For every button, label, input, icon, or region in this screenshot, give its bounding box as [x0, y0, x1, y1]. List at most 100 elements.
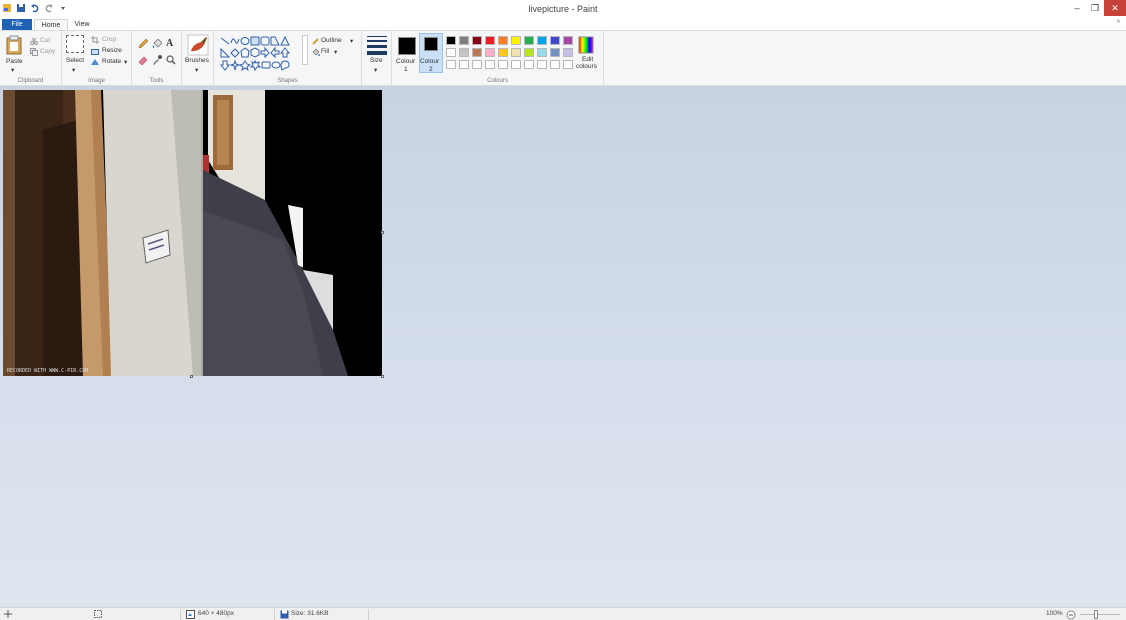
palette-swatch[interactable] [524, 36, 534, 45]
palette-swatch[interactable] [472, 60, 482, 69]
text-tool-icon[interactable]: A [166, 38, 173, 49]
window-title: livepicture - Paint [528, 4, 598, 14]
colours-group: Colour 1 Colour 2 Edit colours Colours [392, 31, 604, 86]
select-button[interactable]: Select [66, 57, 84, 64]
brushes-dropdown-icon[interactable]: ▾ [195, 66, 198, 74]
crop-button[interactable]: Crop [102, 36, 116, 43]
outline-dropdown-icon[interactable]: ▾ [350, 37, 353, 45]
palette-swatch[interactable] [485, 36, 495, 45]
palette-swatch[interactable] [511, 36, 521, 45]
collapse-ribbon-button[interactable]: ^ [1117, 20, 1120, 27]
palette-swatch[interactable] [498, 36, 508, 45]
pencil-icon[interactable] [138, 39, 148, 49]
tools-group: A Tools [132, 31, 182, 86]
colour2-label: Colour [420, 58, 440, 65]
palette-swatch[interactable] [563, 60, 573, 69]
palette-swatch[interactable] [472, 36, 482, 45]
palette-swatch[interactable] [537, 36, 547, 45]
eraser-icon[interactable] [138, 55, 148, 65]
title-bar: livepicture - Paint – ❐ ✕ [0, 0, 1126, 18]
colour1-swatch[interactable] [398, 37, 416, 55]
palette-swatch[interactable] [524, 60, 534, 69]
palette-swatch[interactable] [498, 60, 508, 69]
edit-colours-button[interactable]: Edit [582, 56, 593, 63]
palette-swatch[interactable] [524, 48, 534, 57]
palette-swatch[interactable] [563, 48, 573, 57]
palette-swatch[interactable] [485, 60, 495, 69]
palette-swatch[interactable] [459, 48, 469, 57]
colour2-swatch[interactable] [424, 37, 438, 51]
image-size-icon [186, 610, 195, 619]
close-button[interactable]: ✕ [1104, 0, 1126, 16]
palette-swatch[interactable] [446, 48, 456, 57]
shapes-gallery[interactable] [220, 35, 308, 71]
fill-button[interactable]: Fill [321, 48, 329, 55]
palette-swatch[interactable] [511, 48, 521, 57]
outline-button[interactable]: Outline [321, 37, 342, 44]
zoom-out-button[interactable] [1066, 610, 1076, 620]
cut-button[interactable]: Cut [40, 37, 50, 44]
palette-swatch[interactable] [537, 60, 547, 69]
image-group-label: Image [88, 78, 105, 84]
rotate-icon [91, 59, 99, 65]
zoom-slider-thumb[interactable] [1094, 610, 1098, 619]
clipboard-group: Paste ▾ Cut Copy Clipboard [0, 31, 62, 86]
colours-group-label: Colours [487, 78, 508, 84]
fill-dropdown-icon[interactable]: ▾ [334, 48, 337, 56]
palette-swatch[interactable] [550, 36, 560, 45]
colour1-label: Colour [396, 58, 416, 65]
zoom-slider-track[interactable] [1080, 614, 1120, 615]
fill-bucket-icon[interactable] [152, 39, 162, 49]
palette-swatch[interactable] [472, 48, 482, 57]
copy-icon [30, 48, 38, 56]
rotate-button[interactable]: Rotate [102, 58, 121, 65]
tab-home[interactable]: Home [34, 19, 68, 30]
palette-swatch[interactable] [550, 60, 560, 69]
palette-swatch[interactable] [459, 60, 469, 69]
fill-icon [312, 48, 320, 56]
palette-swatch[interactable] [511, 60, 521, 69]
palette-swatch[interactable] [446, 60, 456, 69]
restore-button[interactable]: ❐ [1086, 0, 1104, 16]
paste-button[interactable] [6, 35, 22, 57]
file-size: Size: 31.6KB [291, 610, 329, 617]
palette-swatch[interactable] [563, 36, 573, 45]
rotate-dropdown-icon[interactable]: ▾ [124, 58, 127, 66]
palette-swatch[interactable] [550, 48, 560, 57]
resize-handle-corner[interactable] [381, 375, 384, 378]
magnifier-icon[interactable] [166, 55, 176, 65]
select-icon[interactable] [66, 35, 84, 53]
shapes-scrollbar[interactable] [302, 35, 308, 65]
size-dropdown-icon[interactable]: ▾ [374, 66, 377, 74]
crop-icon [91, 36, 99, 44]
size-button[interactable]: Size [370, 57, 383, 64]
zoom-level: 100% [1046, 610, 1063, 617]
brushes-icon[interactable] [187, 34, 209, 56]
line-size-icon[interactable] [367, 35, 387, 55]
image-group: Select ▾ Crop Resize Rotate ▾ Image [62, 31, 132, 86]
brushes-button[interactable]: Brushes [185, 57, 209, 64]
outline-icon [312, 38, 319, 45]
resize-handle-bottom[interactable] [190, 375, 193, 378]
resize-handle-right[interactable] [381, 231, 384, 234]
paste-label: Paste [6, 58, 23, 65]
minimize-button[interactable]: – [1068, 0, 1086, 16]
palette-swatch[interactable] [459, 36, 469, 45]
palette-swatch[interactable] [485, 48, 495, 57]
resize-button[interactable]: Resize [102, 47, 122, 54]
select-dropdown-icon[interactable]: ▾ [72, 66, 75, 74]
palette-swatch[interactable] [537, 48, 547, 57]
palette-swatch[interactable] [498, 48, 508, 57]
tab-view[interactable]: View [70, 19, 94, 30]
copy-button[interactable]: Copy [40, 48, 55, 55]
tab-file[interactable]: File [2, 19, 32, 30]
paste-dropdown-icon[interactable]: ▾ [11, 66, 14, 74]
canvas-image[interactable]: RECORDED WITH WWW.C-PIR.COM [3, 90, 382, 376]
palette-swatch[interactable] [446, 36, 456, 45]
colour2-number: 2 [429, 66, 433, 73]
cut-icon [30, 37, 38, 45]
shapes-group-label: Shapes [277, 78, 298, 84]
edit-colours-icon[interactable] [578, 36, 594, 54]
selection-size-icon [94, 610, 102, 618]
color-picker-icon[interactable] [152, 55, 162, 65]
